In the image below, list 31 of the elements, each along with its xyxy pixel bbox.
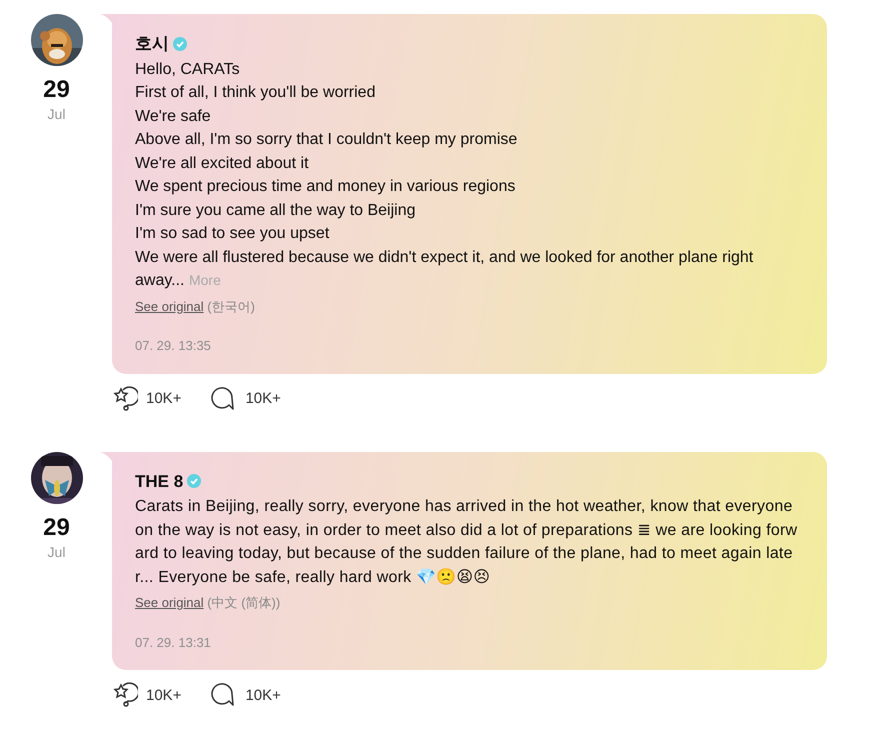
message-text: Hello, CARATs [135,60,241,80]
author-name: THE 8 [135,470,184,492]
bubble-tail [100,14,114,26]
language-label: (中文 (简体)) [207,595,280,610]
message-text: We were all flustered because we didn't expect it, and we looked for another plane right [135,248,754,268]
message-text: We're safe [135,106,212,126]
timestamp: 07. 29. 13:35 [135,337,212,355]
bubble-tail [100,452,114,464]
comments-button[interactable]: 10K+ [211,682,281,708]
reactions-button[interactable]: 10K+ [112,682,182,708]
star-bubble-icon [112,386,138,412]
comments-button[interactable]: 10K+ [211,386,281,412]
message-text: Carats in Beijing, really sorry, everyone has arrived in the hot weather, know that everyone on the way is not easy, in order to meet also did a lot of preparations ≣ we are looking forward to leaving today, but because of the sudden failure of the plane, had to meet again later... Everyone be safe, really hard work 💎🙁😫😣 [135,497,798,588]
see-original-link[interactable]: See original [135,595,204,610]
reactions-button[interactable]: 10K+ [112,386,182,412]
star-bubble-icon [112,682,138,708]
message-text: I'm sure you came all the way to Beijing [135,200,417,220]
date-month: Jul [48,544,66,560]
message-text: We spent precious time and money in various regions [135,177,516,197]
message-text: First of all, I think you'll be worried [135,83,376,103]
author-name: 호시 [135,33,169,55]
see-original-link[interactable]: See original [135,298,204,314]
language-label: (한국어) [207,298,255,314]
date-month: Jul [48,106,66,122]
message-text: Above all, I'm so sorry that I couldn't keep my promise [135,130,518,150]
date-day: 29 [43,514,70,542]
date-day: 29 [43,76,70,104]
timestamp: 07. 29. 13:31 [135,634,212,652]
message-text: We're all excited about it [135,154,310,174]
message-text: away... [135,272,184,289]
message-text: I'm so sad to see you upset [135,224,330,244]
